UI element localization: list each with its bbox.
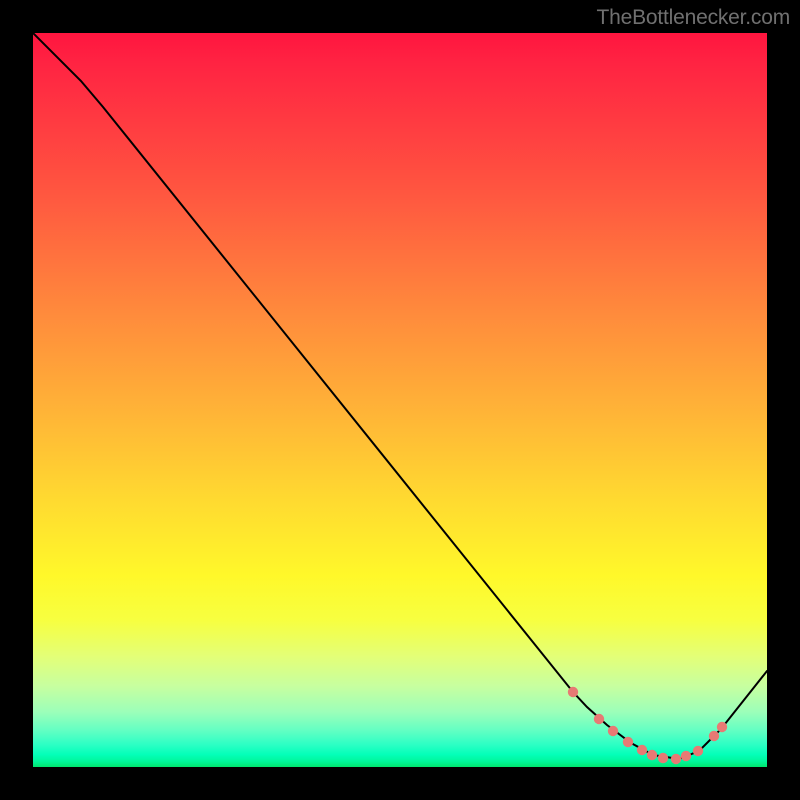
curve-marker xyxy=(623,737,633,747)
curve-marker xyxy=(568,687,578,697)
curve-line xyxy=(33,33,767,759)
bottleneck-curve xyxy=(33,33,767,764)
chart-curve-layer xyxy=(33,33,767,767)
curve-marker xyxy=(717,722,727,732)
attribution-text: TheBottlenecker.com xyxy=(597,6,790,30)
curve-marker xyxy=(681,751,691,761)
curve-marker xyxy=(709,731,719,741)
chart-plot-area xyxy=(33,33,767,767)
curve-marker xyxy=(671,754,681,764)
curve-marker xyxy=(608,726,618,736)
curve-marker xyxy=(637,745,647,755)
curve-marker xyxy=(647,750,657,760)
curve-markers xyxy=(568,687,727,764)
curve-marker xyxy=(594,714,604,724)
curve-marker xyxy=(693,746,703,756)
curve-marker xyxy=(658,753,668,763)
